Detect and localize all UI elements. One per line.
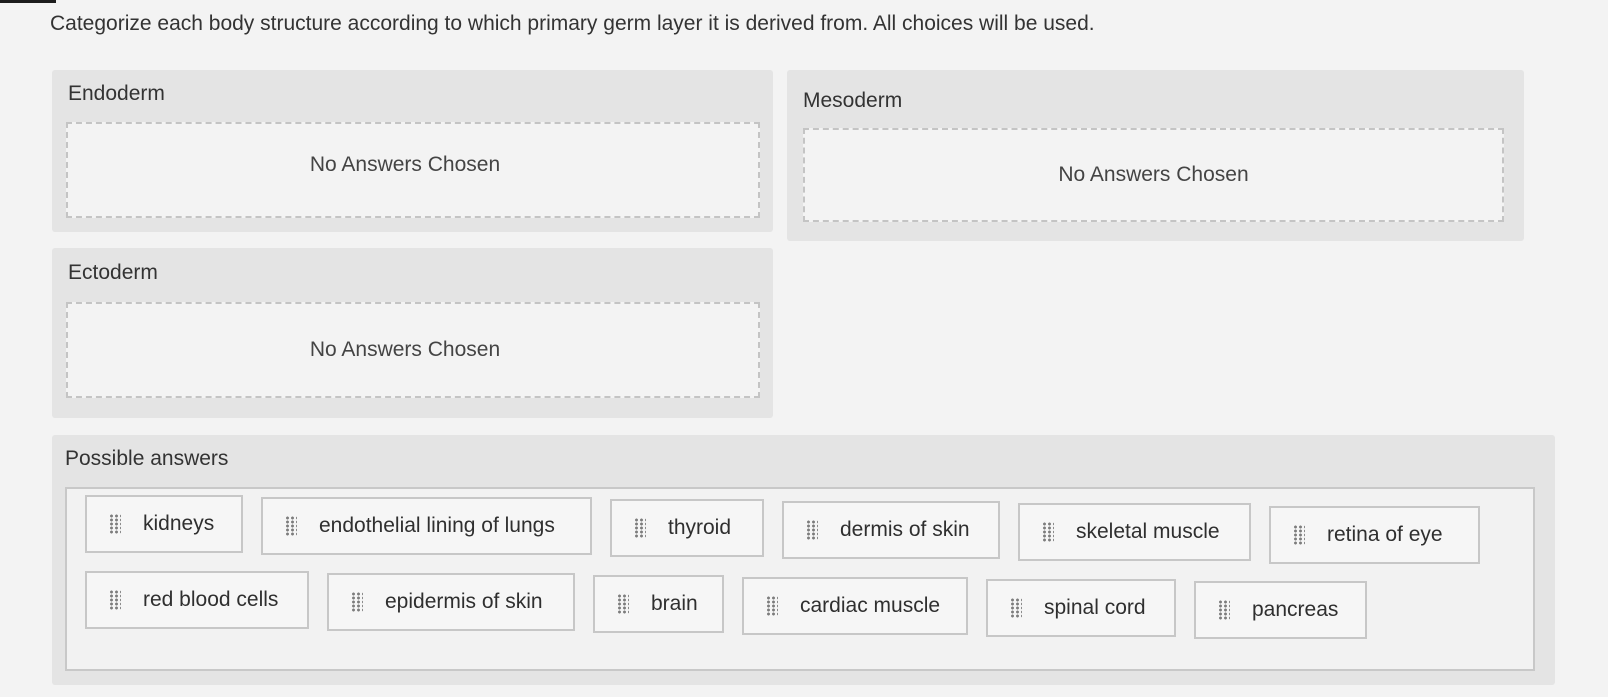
drag-handle-icon[interactable] (1218, 600, 1230, 620)
top-accent-bar (0, 0, 56, 3)
answer-label: dermis of skin (840, 518, 970, 541)
category-title-ectoderm: Ectoderm (68, 261, 158, 284)
dropzone-endoderm[interactable]: No Answers Chosen (66, 122, 760, 218)
drag-handle-icon[interactable] (634, 518, 646, 538)
answer-label: cardiac muscle (800, 594, 941, 617)
category-mesoderm: Mesoderm No Answers Chosen (787, 70, 1524, 241)
dropzone-mesoderm[interactable]: No Answers Chosen (803, 128, 1504, 222)
answer-chip-thyroid[interactable]: thyroid (610, 499, 764, 557)
answer-label: kidneys (143, 512, 215, 535)
drag-handle-icon[interactable] (766, 596, 778, 616)
answer-label: endothelial lining of lungs (319, 514, 555, 537)
drag-handle-icon[interactable] (806, 520, 818, 540)
answer-chip-kidneys[interactable]: kidneys (85, 495, 243, 553)
answer-label: red blood cells (143, 588, 279, 611)
dropzone-empty-text: No Answers Chosen (1058, 163, 1249, 186)
drag-handle-icon[interactable] (109, 590, 121, 610)
category-ectoderm: Ectoderm No Answers Chosen (52, 248, 773, 418)
answer-chip-skeletal-muscle[interactable]: skeletal muscle (1018, 503, 1251, 561)
category-title-mesoderm: Mesoderm (803, 89, 903, 112)
answer-chip-brain[interactable]: brain (593, 575, 724, 633)
dropzone-empty-text: No Answers Chosen (309, 153, 501, 176)
dropzone-empty-text: No Answers Chosen (309, 338, 501, 361)
answer-label: spinal cord (1044, 596, 1146, 619)
dropzone-ectoderm[interactable]: No Answers Chosen (66, 302, 760, 398)
answer-chip-dermis-of-skin[interactable]: dermis of skin (782, 501, 1000, 559)
answer-label: retina of eye (1327, 523, 1443, 546)
answer-chip-epidermis-of-skin[interactable]: epidermis of skin (327, 573, 575, 631)
possible-answers-panel: Possible answers kidneys endothelial lin… (52, 435, 1555, 685)
drag-handle-icon[interactable] (617, 594, 629, 614)
answer-label: thyroid (668, 516, 732, 539)
drag-handle-icon[interactable] (351, 592, 363, 612)
drag-handle-icon[interactable] (1293, 525, 1305, 545)
question-instruction: Categorize each body structure according… (50, 12, 1095, 35)
answer-label: pancreas (1252, 598, 1339, 621)
drag-handle-icon[interactable] (109, 514, 121, 534)
answer-label: brain (651, 592, 698, 615)
answer-chip-retina-of-eye[interactable]: retina of eye (1269, 506, 1480, 564)
drag-handle-icon[interactable] (1010, 598, 1022, 618)
answer-chip-spinal-cord[interactable]: spinal cord (986, 579, 1176, 637)
category-title-endoderm: Endoderm (68, 82, 165, 105)
possible-answers-title: Possible answers (65, 447, 229, 470)
answer-chip-cardiac-muscle[interactable]: cardiac muscle (742, 577, 968, 635)
answer-chip-endothelial-lining-of-lungs[interactable]: endothelial lining of lungs (261, 497, 592, 555)
answer-chip-pancreas[interactable]: pancreas (1194, 581, 1367, 639)
answer-label: epidermis of skin (385, 590, 543, 613)
question-page: Categorize each body structure according… (0, 0, 1608, 697)
answer-label: skeletal muscle (1076, 520, 1220, 543)
answer-chip-red-blood-cells[interactable]: red blood cells (85, 571, 309, 629)
possible-answers-pool[interactable]: kidneys endothelial lining of lungs thyr… (65, 487, 1535, 671)
drag-handle-icon[interactable] (1042, 522, 1054, 542)
drag-handle-icon[interactable] (285, 516, 297, 536)
category-endoderm: Endoderm No Answers Chosen (52, 70, 773, 232)
